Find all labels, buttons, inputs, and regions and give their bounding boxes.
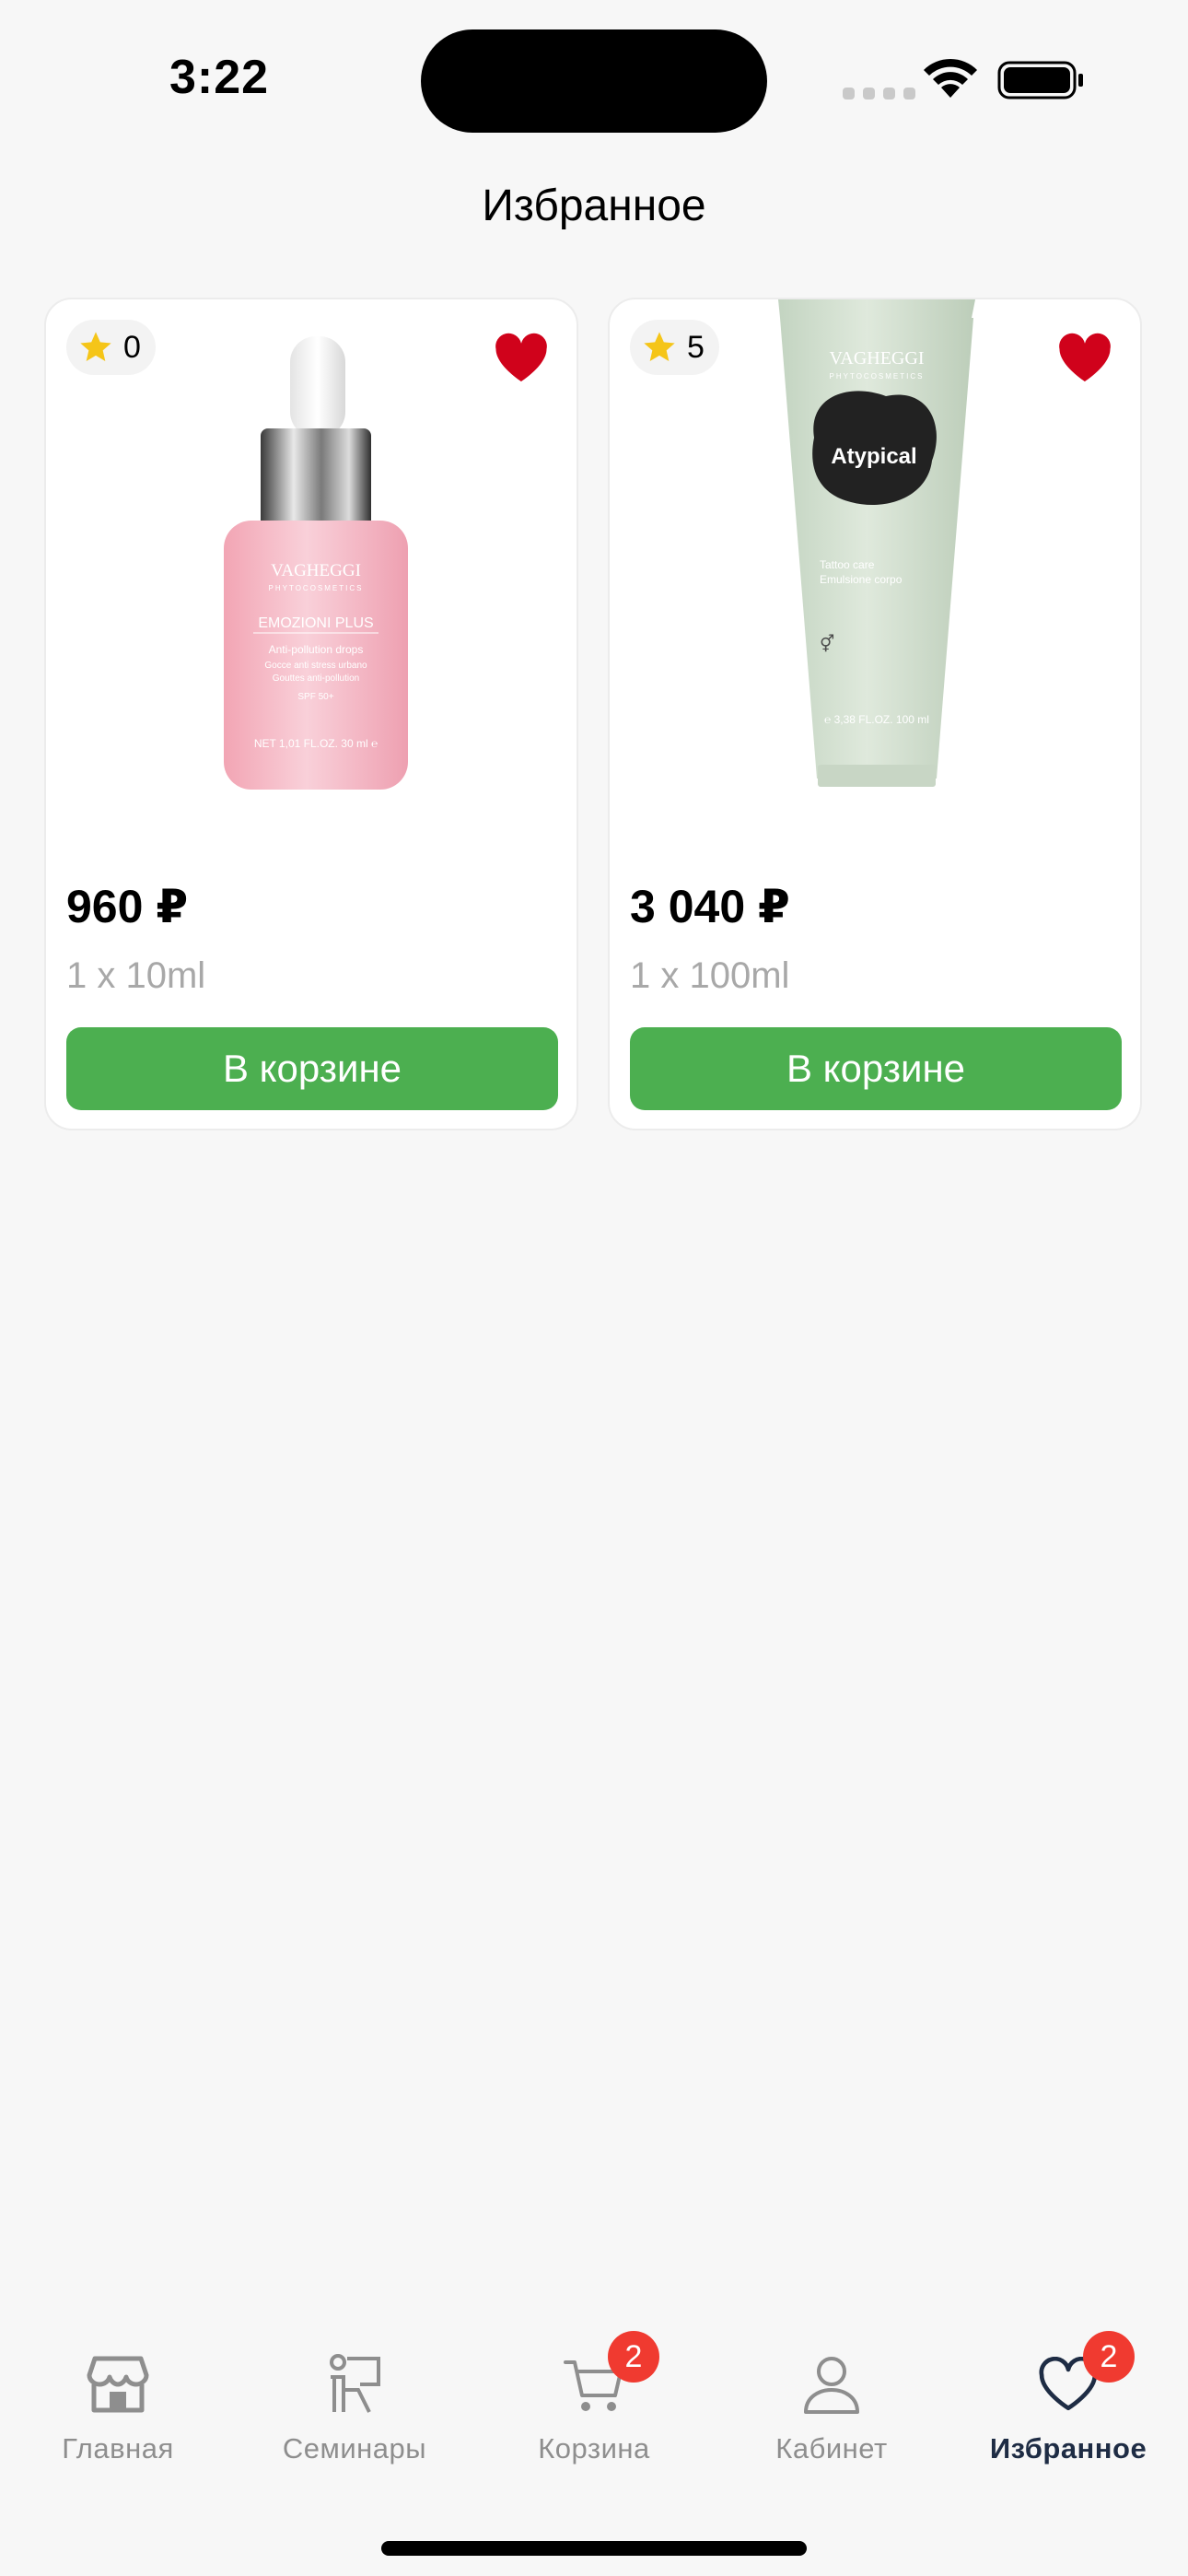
tab-bar: Главная Семинары 2 Корзина Кабинет 2 Изб… <box>0 2331 1188 2488</box>
bottle-product-name: Anti-pollution drops <box>269 643 364 656</box>
cart-badge: 2 <box>608 2331 659 2383</box>
tube-net: ℮ 3,38 FL.OZ. 100 ml <box>824 713 929 726</box>
rating-value: 5 <box>687 329 705 365</box>
favorite-heart-icon[interactable] <box>494 333 549 384</box>
tube-brand: VAGHEGGI <box>830 348 925 369</box>
product-volume: 1 x 10ml <box>66 955 206 996</box>
battery-icon <box>997 61 1083 100</box>
cellular-signal-icon <box>843 88 915 100</box>
star-icon <box>80 332 111 361</box>
tab-label: Главная <box>62 2432 174 2465</box>
tube-product-name: Tattoo care <box>820 558 875 571</box>
tab-home[interactable]: Главная <box>7 2340 228 2465</box>
tube-desc1: Emulsione corpo <box>820 573 903 586</box>
tab-seminars[interactable]: Семинары <box>244 2340 465 2465</box>
user-icon <box>804 2357 859 2414</box>
dynamic-island <box>421 29 767 133</box>
tab-label: Кабинет <box>775 2432 888 2465</box>
bottle-desc1: Gocce anti stress urbano <box>264 661 367 671</box>
in-cart-button[interactable]: В корзине <box>66 1027 558 1110</box>
favorites-badge: 2 <box>1083 2331 1135 2383</box>
status-time: 3:22 <box>169 51 270 104</box>
home-indicator <box>381 2541 807 2556</box>
rating-badge: 0 <box>66 320 156 375</box>
product-volume: 1 x 100ml <box>630 955 790 996</box>
tab-favorites[interactable]: 2 Избранное <box>958 2331 1179 2465</box>
bottle-brand: VAGHEGGI <box>271 561 361 580</box>
page-title: Избранное <box>482 181 706 230</box>
screen: 3:22 Избранное VAGHEGGI PHYTOCOSMETICS E… <box>0 0 1188 2576</box>
bottle-desc2: Gouttes anti-pollution <box>273 673 360 684</box>
favorite-heart-icon[interactable] <box>1057 333 1112 384</box>
seminar-icon <box>330 2354 380 2413</box>
tab-cart[interactable]: 2 Корзина <box>483 2331 705 2465</box>
star-icon <box>644 332 675 361</box>
wifi-icon <box>924 58 977 98</box>
product-card[interactable]: VAGHEGGI PHYTOCOSMETICS EMOZIONI PLUS An… <box>44 298 578 1130</box>
tab-label: Семинары <box>282 2432 427 2465</box>
store-icon <box>87 2356 149 2413</box>
bottle-net: NET 1,01 FL.OZ. 30 ml ℮ <box>254 737 378 750</box>
tab-label: Избранное <box>989 2432 1147 2465</box>
rating-value: 0 <box>123 329 141 365</box>
tube-brand-sub: PHYTOCOSMETICS <box>830 372 925 381</box>
product-price: 3 040 ₽ <box>630 881 790 932</box>
tab-account[interactable]: Кабинет <box>721 2340 942 2465</box>
bottle-spf: SPF 50+ <box>297 692 333 702</box>
tab-label: Корзина <box>538 2432 650 2465</box>
product-card[interactable]: VAGHEGGI PHYTOCOSMETICS Atypical Tattoo … <box>608 298 1142 1130</box>
bottle-brand-sub: PHYTOCOSMETICS <box>269 584 364 592</box>
bottle-line: EMOZIONI PLUS <box>258 615 373 631</box>
in-cart-button[interactable]: В корзине <box>630 1027 1122 1110</box>
tube-line: Atypical <box>831 444 916 469</box>
product-price: 960 ₽ <box>66 881 189 932</box>
rating-badge: 5 <box>630 320 719 375</box>
gender-symbol-icon: ⚥ <box>820 634 834 653</box>
